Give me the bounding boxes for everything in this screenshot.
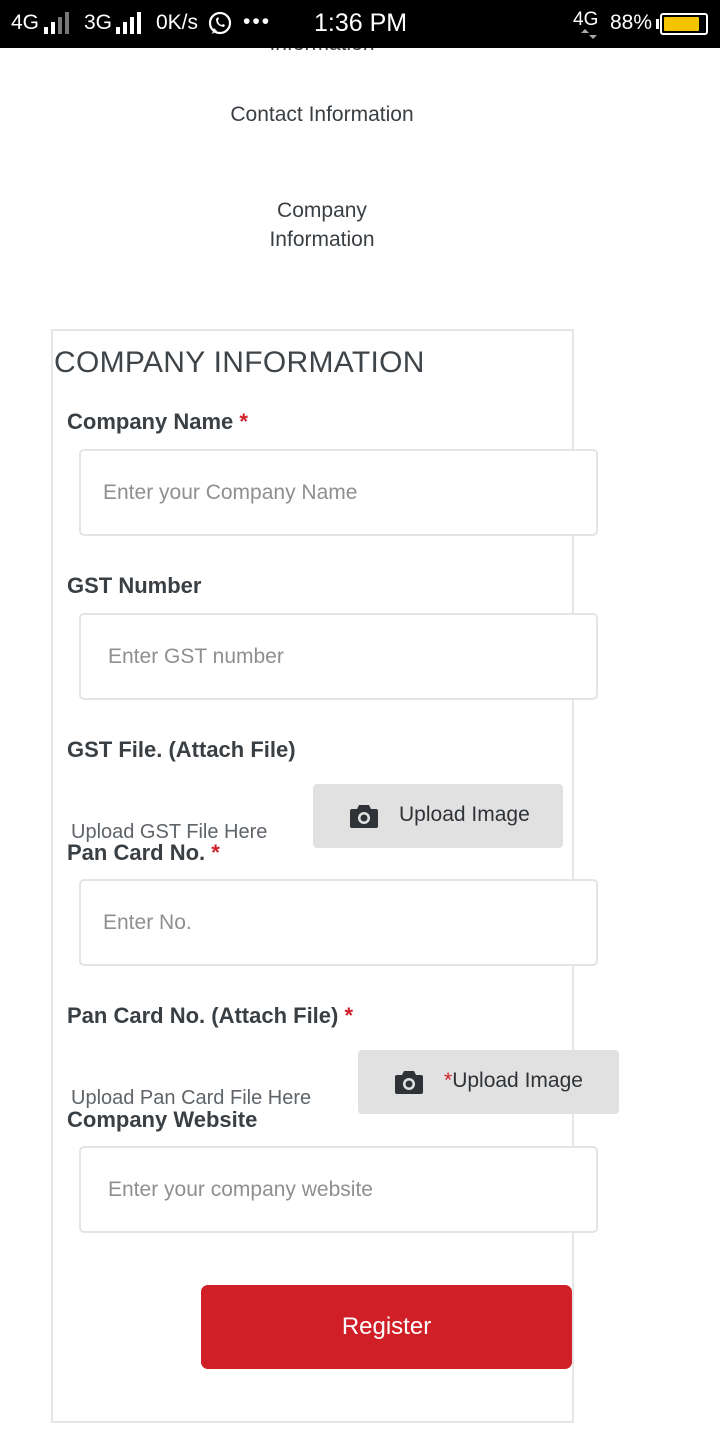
step-item-partial[interactable]: Information [222, 48, 422, 60]
required-mark: * [211, 840, 220, 865]
battery-icon [660, 13, 708, 35]
required-mark: * [344, 1003, 354, 1028]
gst-file-label: GST File. (Attach File) [67, 737, 296, 762]
camera-icon [395, 1071, 423, 1094]
more-notifications-icon: ••• [243, 10, 272, 33]
company-website-label: Company Website [67, 1107, 258, 1132]
signal-strength-icon [44, 12, 72, 34]
pan-card-input[interactable] [79, 879, 598, 966]
step-label: Information [222, 48, 422, 58]
upload-button-label: Upload Image [399, 803, 530, 826]
label-text: Company Name [67, 409, 234, 434]
gst-number-input[interactable] [79, 613, 598, 700]
register-button[interactable]: Register [201, 1285, 572, 1369]
gst-number-label: GST Number [67, 573, 202, 598]
upload-button-text: Upload Image [452, 1069, 583, 1092]
network-type-label: 3G [84, 11, 113, 34]
clock: 1:36 PM [314, 9, 408, 37]
step-item-contact-information[interactable]: Contact Information [222, 100, 422, 129]
label-text: Pan Card No. [67, 840, 206, 865]
battery-percent: 88% [610, 11, 653, 34]
required-mark: * [444, 1069, 453, 1092]
section-title: COMPANY INFORMATION [54, 346, 425, 379]
pan-file-label: Pan Card No. (Attach File) * [67, 1003, 353, 1029]
company-name-label: Company Name * [67, 409, 248, 435]
required-mark: * [239, 409, 248, 434]
pan-upload-image-button[interactable]: *Upload Image [358, 1050, 619, 1114]
camera-icon [350, 805, 378, 828]
signal-strength-icon [116, 12, 144, 34]
company-website-input[interactable] [79, 1146, 598, 1233]
whatsapp-icon [208, 11, 232, 35]
network-type-label: 4G [11, 11, 40, 34]
gst-upload-image-button[interactable]: Upload Image [313, 784, 563, 848]
battery-nub [656, 19, 659, 29]
company-name-input[interactable] [79, 449, 598, 536]
upload-button-label: *Upload Image [444, 1069, 583, 1093]
status-bar: 4G 3G 0K/s ••• 1:36 PM 4G 88% [0, 0, 720, 48]
pan-card-label: Pan Card No. * [67, 840, 220, 866]
battery-fill [664, 17, 700, 31]
label-text: Pan Card No. (Attach File) [67, 1003, 339, 1028]
step-item-company-information[interactable]: Company Information [222, 196, 422, 254]
data-activity-icon [581, 29, 597, 39]
data-speed-label: 0K/s [156, 11, 199, 34]
network-type-label: 4G [573, 9, 599, 30]
